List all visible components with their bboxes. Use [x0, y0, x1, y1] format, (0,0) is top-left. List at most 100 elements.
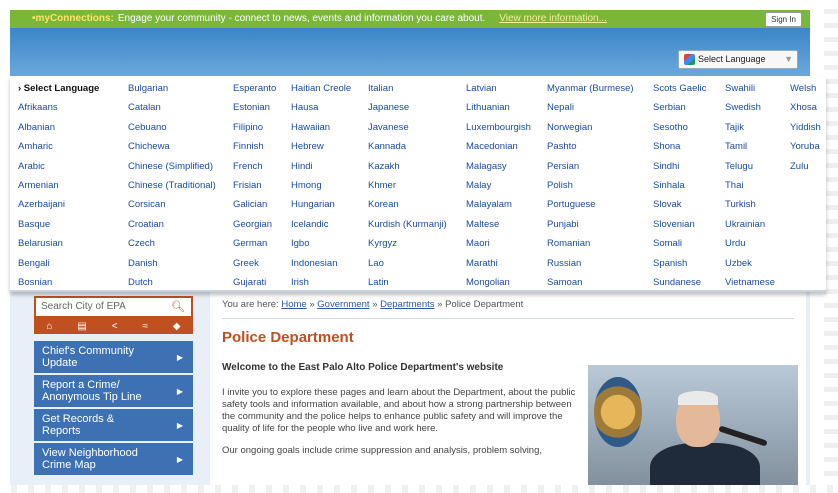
language-option[interactable]: Hmong: [291, 176, 351, 195]
search-icon[interactable]: 🔍︎: [171, 298, 185, 316]
language-option[interactable]: Dutch: [128, 273, 216, 292]
language-option[interactable]: Shona: [653, 137, 706, 156]
language-option[interactable]: Urdu: [725, 234, 775, 253]
language-option[interactable]: Sundanese: [653, 273, 706, 292]
language-option[interactable]: Latvian: [466, 79, 531, 98]
language-option[interactable]: Punjabi: [547, 215, 634, 234]
breadcrumb-government[interactable]: Government: [317, 299, 369, 310]
language-option[interactable]: Macedonian: [466, 137, 531, 156]
nav-item-chiefs-update[interactable]: Chief's Community Update ▶: [34, 341, 193, 373]
language-option[interactable]: Kazakh: [368, 157, 447, 176]
language-option[interactable]: Ukrainian: [725, 215, 775, 234]
language-option[interactable]: Pashto: [547, 137, 634, 156]
language-option[interactable]: Corsican: [128, 195, 216, 214]
language-option[interactable]: Persian: [547, 157, 634, 176]
language-option[interactable]: Georgian: [233, 215, 276, 234]
language-option[interactable]: Maltese: [466, 215, 531, 234]
language-option[interactable]: Telugu: [725, 157, 775, 176]
language-option[interactable]: Haitian Creole: [291, 79, 351, 98]
language-option[interactable]: Welsh: [790, 79, 821, 98]
language-option[interactable]: Esperanto: [233, 79, 276, 98]
language-option[interactable]: Yiddish: [790, 118, 821, 137]
language-option[interactable]: Icelandic: [291, 215, 351, 234]
language-option[interactable]: Sinhala: [653, 176, 706, 195]
tag-icon[interactable]: ◆: [173, 321, 181, 332]
language-option[interactable]: Serbian: [653, 98, 706, 117]
sign-in-button[interactable]: Sign In: [765, 12, 802, 27]
nav-item-report-crime[interactable]: Report a Crime/ Anonymous Tip Line ▶: [34, 375, 193, 407]
language-option[interactable]: Thai: [725, 176, 775, 195]
language-option[interactable]: Swahili: [725, 79, 775, 98]
language-option[interactable]: Lithuanian: [466, 98, 531, 117]
language-option[interactable]: Polish: [547, 176, 634, 195]
language-option[interactable]: Gujarati: [233, 273, 276, 292]
language-option[interactable]: Afrikaans: [18, 98, 99, 117]
home-icon[interactable]: ⌂: [46, 321, 52, 332]
language-option[interactable]: Basque: [18, 215, 99, 234]
language-option[interactable]: Swedish: [725, 98, 775, 117]
language-option[interactable]: Italian: [368, 79, 447, 98]
language-option[interactable]: Slovenian: [653, 215, 706, 234]
language-option[interactable]: Xhosa: [790, 98, 821, 117]
language-option[interactable]: Finnish: [233, 137, 276, 156]
language-option[interactable]: Latin: [368, 273, 447, 292]
language-option[interactable]: Estonian: [233, 98, 276, 117]
breadcrumb-departments[interactable]: Departments: [380, 299, 434, 310]
rss-icon[interactable]: ≈: [142, 321, 148, 332]
language-option[interactable]: Maori: [466, 234, 531, 253]
language-option[interactable]: Samoan: [547, 273, 634, 292]
language-option[interactable]: Somali: [653, 234, 706, 253]
language-option[interactable]: Arabic: [18, 157, 99, 176]
language-option[interactable]: Belarusian: [18, 234, 99, 253]
language-option[interactable]: Portuguese: [547, 195, 634, 214]
language-option[interactable]: Danish: [128, 254, 216, 273]
language-option[interactable]: Myanmar (Burmese): [547, 79, 634, 98]
language-option[interactable]: Khmer: [368, 176, 447, 195]
language-option[interactable]: Sindhi: [653, 157, 706, 176]
language-option[interactable]: Kurdish (Kurmanji): [368, 215, 447, 234]
share-icon[interactable]: <: [112, 321, 118, 332]
language-option[interactable]: Galician: [233, 195, 276, 214]
language-option[interactable]: Albanian: [18, 118, 99, 137]
language-option[interactable]: Nepali: [547, 98, 634, 117]
language-option[interactable]: Japanese: [368, 98, 447, 117]
language-option[interactable]: Vietnamese: [725, 273, 775, 292]
language-option[interactable]: Hindi: [291, 157, 351, 176]
language-option[interactable]: Russian: [547, 254, 634, 273]
language-option[interactable]: Malagasy: [466, 157, 531, 176]
language-option[interactable]: Slovak: [653, 195, 706, 214]
language-option[interactable]: Scots Gaelic: [653, 79, 706, 98]
language-option[interactable]: Korean: [368, 195, 447, 214]
language-option[interactable]: Kyrgyz: [368, 234, 447, 253]
language-option[interactable]: Zulu: [790, 157, 821, 176]
language-option[interactable]: Norwegian: [547, 118, 634, 137]
nav-item-crime-map[interactable]: View Neighborhood Crime Map ▶: [34, 443, 193, 475]
language-option[interactable]: Hausa: [291, 98, 351, 117]
print-icon[interactable]: ▤: [77, 321, 86, 332]
language-option[interactable]: Filipino: [233, 118, 276, 137]
language-option[interactable]: Turkish: [725, 195, 775, 214]
language-option[interactable]: Amharic: [18, 137, 99, 156]
language-option[interactable]: Romanian: [547, 234, 634, 253]
language-option[interactable]: Yoruba: [790, 137, 821, 156]
language-option[interactable]: Mongolian: [466, 273, 531, 292]
language-option[interactable]: Hawaiian: [291, 118, 351, 137]
language-option[interactable]: Bengali: [18, 254, 99, 273]
language-option[interactable]: German: [233, 234, 276, 253]
language-option[interactable]: Lao: [368, 254, 447, 273]
language-option[interactable]: Kannada: [368, 137, 447, 156]
language-option[interactable]: Azerbaijani: [18, 195, 99, 214]
language-option[interactable]: Tajik: [725, 118, 775, 137]
view-more-link[interactable]: View more information...: [499, 13, 607, 24]
language-option[interactable]: Croatian: [128, 215, 216, 234]
language-option[interactable]: Chinese (Simplified): [128, 157, 216, 176]
language-option[interactable]: Czech: [128, 234, 216, 253]
language-option[interactable]: Greek: [233, 254, 276, 273]
language-option[interactable]: Frisian: [233, 176, 276, 195]
language-option[interactable]: Cebuano: [128, 118, 216, 137]
breadcrumb-home[interactable]: Home: [281, 299, 306, 310]
language-option[interactable]: Bulgarian: [128, 79, 216, 98]
language-option[interactable]: Chinese (Traditional): [128, 176, 216, 195]
language-option[interactable]: Sesotho: [653, 118, 706, 137]
language-option[interactable]: Bosnian: [18, 273, 99, 292]
